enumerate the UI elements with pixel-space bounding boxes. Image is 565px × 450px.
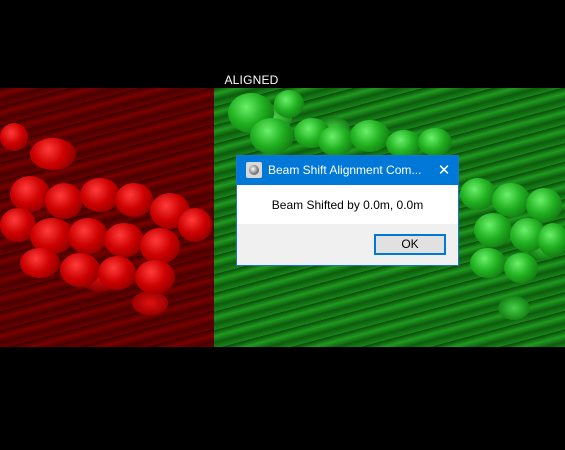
dialog-title: Beam Shift Alignment Com...: [268, 163, 422, 177]
red-channel-image: [0, 88, 214, 347]
dialog-footer: OK: [237, 224, 458, 265]
beam-alignment-app-icon: [246, 162, 262, 178]
close-icon[interactable]: ✕: [430, 156, 458, 185]
dialog-titlebar[interactable]: Beam Shift Alignment Com... ✕: [237, 156, 458, 185]
beam-shift-alignment-dialog: Beam Shift Alignment Com... ✕ Beam Shift…: [236, 155, 459, 266]
screen: ALIGNED Beam Shift Alignment Com... ✕ Be…: [0, 0, 565, 450]
dialog-message: Beam Shifted by 0.0m, 0.0m: [271, 198, 424, 212]
dialog-body: Beam Shifted by 0.0m, 0.0m: [237, 185, 458, 224]
status-label: ALIGNED: [224, 73, 279, 87]
ok-button[interactable]: OK: [374, 234, 446, 255]
